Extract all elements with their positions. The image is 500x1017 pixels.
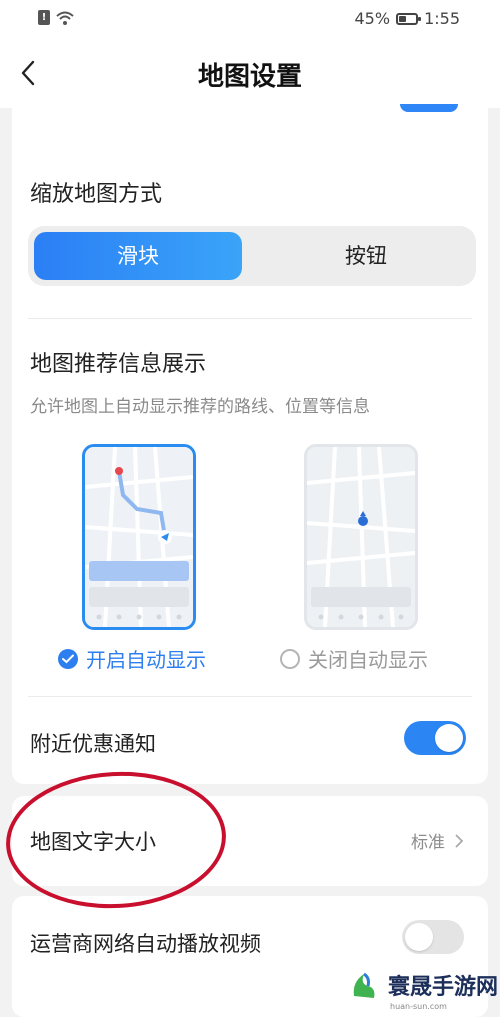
zoom-method-segmented-control: 滑块 按钮: [28, 226, 476, 286]
battery-percent: 45%: [354, 9, 391, 28]
chevron-right-icon: [455, 834, 464, 847]
clock: 1:55: [424, 9, 460, 28]
check-icon: [58, 648, 78, 669]
wifi-icon: [56, 11, 74, 25]
watermark: 寰晟手游网 huan-sun.com: [348, 968, 499, 1011]
toggle-knob: [435, 724, 463, 752]
status-right: 45% 1:55: [355, 9, 461, 28]
map-preview-on: [85, 447, 193, 627]
map-text-size-label: 地图文字大小: [30, 830, 156, 854]
zoom-option-slider[interactable]: 滑块: [34, 232, 242, 280]
status-bar: ! 45% 1:55: [0, 0, 500, 40]
zoom-option-button[interactable]: 按钮: [262, 232, 470, 280]
option-auto-display-on[interactable]: 开启自动显示: [58, 644, 206, 673]
carrier-autoplay-toggle[interactable]: [402, 920, 464, 954]
zoom-method-title: 缩放地图方式: [30, 182, 163, 207]
sim-alert-icon: !: [38, 10, 50, 25]
recommend-title: 地图推荐信息展示: [30, 352, 207, 377]
watermark-text: 寰晟手游网: [388, 974, 499, 1000]
status-left: !: [38, 10, 74, 25]
nearby-deals-toggle[interactable]: [404, 721, 466, 755]
battery-level: [399, 15, 407, 22]
watermark-logo-icon: [353, 972, 375, 998]
preview-auto-display-on[interactable]: [82, 444, 196, 630]
divider: [28, 696, 472, 697]
map-preview-off: [307, 447, 415, 627]
nearby-deals-label: 附近优惠通知: [30, 732, 156, 756]
divider: [28, 318, 472, 319]
carrier-autoplay-label: 运营商网络自动播放视频: [30, 932, 261, 956]
map-text-size-value-wrap: 标准: [411, 828, 464, 853]
watermark-url: huan-sun.com: [390, 1002, 447, 1011]
map-text-size-row[interactable]: 地图文字大小 标准: [12, 796, 488, 886]
nav-bar: 地图设置: [0, 40, 500, 108]
option-off-label: 关闭自动显示: [308, 648, 428, 672]
toggle-knob: [405, 923, 433, 951]
option-on-label: 开启自动显示: [86, 648, 206, 672]
option-auto-display-off[interactable]: 关闭自动显示: [280, 644, 428, 673]
previous-toggle-peek[interactable]: [400, 104, 458, 112]
map-text-size-value: 标准: [411, 833, 445, 853]
preview-auto-display-off[interactable]: [304, 444, 418, 630]
radio-empty-icon: [280, 648, 300, 669]
page-title: 地图设置: [197, 62, 302, 92]
battery-icon: [396, 12, 422, 25]
recommend-description: 允许地图上自动显示推荐的路线、位置等信息: [30, 397, 370, 417]
settings-card: 缩放地图方式 滑块 按钮 地图推荐信息展示 允许地图上自动显示推荐的路线、位置等…: [12, 104, 488, 784]
